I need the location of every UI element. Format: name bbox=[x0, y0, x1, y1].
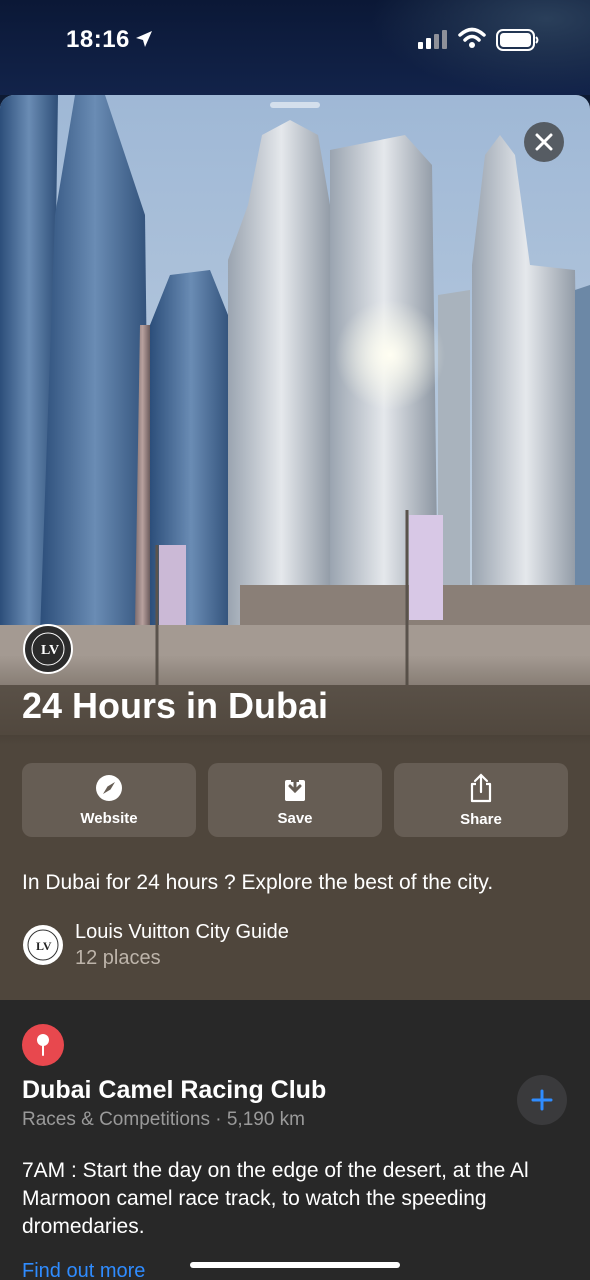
action-buttons: Website Save Share bbox=[22, 763, 568, 837]
share-button[interactable]: Share bbox=[394, 763, 568, 837]
places-count: 12 places bbox=[75, 947, 161, 969]
close-icon bbox=[535, 133, 553, 151]
author-logo-icon[interactable]: LV bbox=[22, 924, 64, 966]
find-out-more-link[interactable]: Find out more bbox=[22, 1260, 145, 1280]
share-label: Share bbox=[460, 810, 502, 828]
map-pin-icon bbox=[37, 1034, 49, 1056]
sheet-grabber[interactable] bbox=[270, 102, 320, 108]
save-label: Save bbox=[277, 809, 313, 827]
battery-icon bbox=[496, 29, 539, 51]
hero-image bbox=[0, 95, 590, 735]
status-bar: 18:16 bbox=[0, 0, 590, 95]
website-button[interactable]: Website bbox=[22, 763, 196, 837]
add-place-button[interactable] bbox=[517, 1075, 567, 1125]
svg-text:LV: LV bbox=[41, 643, 59, 658]
website-label: Website bbox=[80, 809, 138, 827]
location-arrow-icon bbox=[136, 31, 152, 47]
plus-icon bbox=[531, 1089, 553, 1111]
home-indicator[interactable] bbox=[190, 1262, 400, 1268]
cellular-signal-icon bbox=[418, 30, 447, 49]
share-icon bbox=[470, 772, 492, 802]
place-pin-badge bbox=[22, 1024, 64, 1066]
svg-text:LV: LV bbox=[36, 939, 52, 953]
guide-description: In Dubai for 24 hours ? Explore the best… bbox=[22, 871, 494, 894]
download-icon bbox=[285, 773, 305, 801]
place-description: 7AM : Start the day on the edge of the d… bbox=[22, 1159, 529, 1238]
status-time: 18:16 bbox=[66, 26, 130, 53]
save-button[interactable]: Save bbox=[208, 763, 382, 837]
guide-sheet: LV 24 Hours in Dubai Website Save Share bbox=[0, 95, 590, 1280]
author-name[interactable]: Louis Vuitton City Guide bbox=[75, 921, 289, 944]
close-button[interactable] bbox=[524, 122, 564, 162]
guide-title: 24 Hours in Dubai bbox=[22, 685, 329, 726]
compass-icon bbox=[96, 774, 122, 801]
place-meta: Races & Competitions · 5,190 km bbox=[22, 1109, 306, 1130]
louis-vuitton-badge-icon: LV bbox=[23, 624, 73, 674]
wifi-icon bbox=[458, 27, 486, 48]
places-list: Dubai Camel Racing Club Races & Competit… bbox=[0, 1000, 590, 1280]
place-name[interactable]: Dubai Camel Racing Club bbox=[22, 1076, 326, 1105]
